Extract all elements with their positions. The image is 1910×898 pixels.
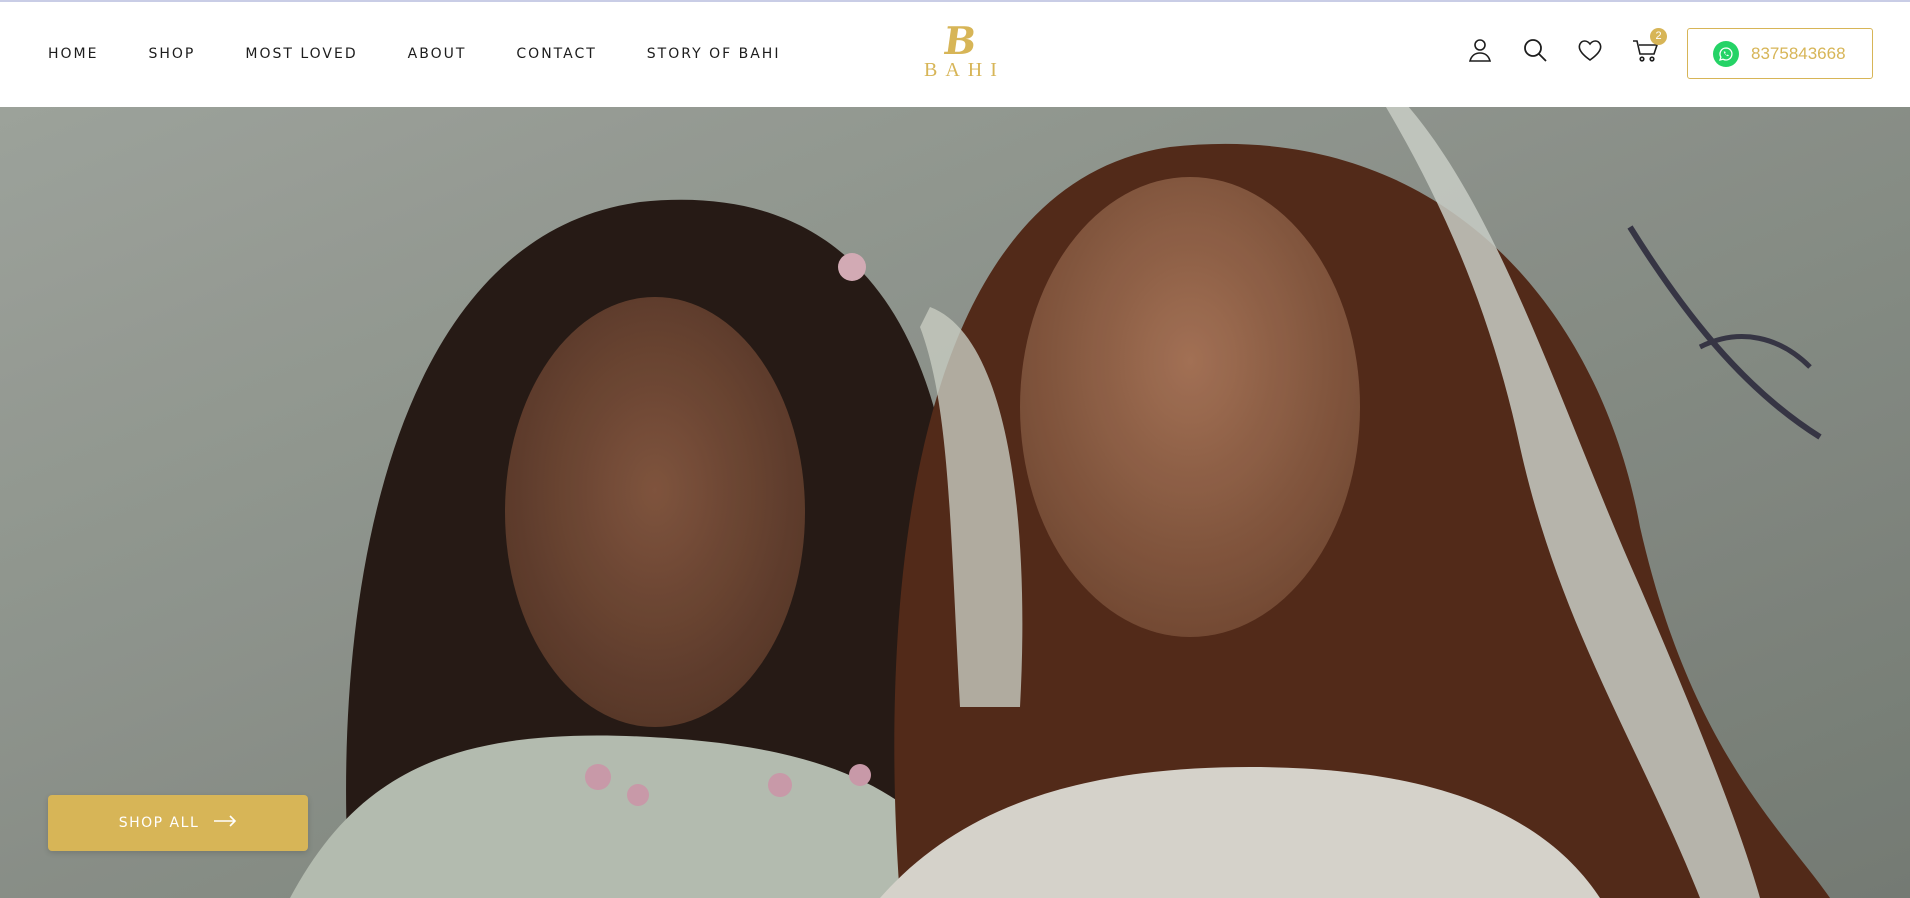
logo-mark: B: [940, 18, 980, 63]
header-icons: 2: [1466, 28, 1686, 66]
arrow-right-icon: [213, 814, 237, 832]
shop-all-button[interactable]: SHOP ALL: [48, 795, 308, 851]
nav-most-loved[interactable]: MOST LOVED: [245, 46, 357, 62]
search-icon[interactable]: [1521, 36, 1551, 66]
nav-shop[interactable]: SHOP: [148, 46, 195, 62]
user-icon[interactable]: [1466, 36, 1496, 66]
cart-icon[interactable]: 2: [1631, 28, 1667, 66]
nav-story-of-bahi[interactable]: STORY OF BAHI: [647, 46, 781, 62]
shop-all-label: SHOP ALL: [118, 815, 200, 831]
site-header: HOME SHOP MOST LOVED ABOUT CONTACT STORY…: [0, 0, 1910, 107]
hero-image: [0, 107, 1910, 898]
main-nav: HOME SHOP MOST LOVED ABOUT CONTACT STORY…: [48, 46, 830, 62]
hero-banner: [0, 107, 1910, 898]
logo-text: BAHI: [924, 59, 1005, 81]
whatsapp-phone: 8375843668: [1751, 43, 1846, 63]
brand-logo[interactable]: B BAHI: [918, 18, 1005, 82]
heart-icon[interactable]: [1576, 36, 1606, 66]
cart-count-badge: 2: [1650, 28, 1667, 45]
whatsapp-contact-button[interactable]: 8375843668: [1687, 28, 1873, 79]
nav-contact[interactable]: CONTACT: [516, 46, 596, 62]
whatsapp-icon: [1713, 40, 1739, 67]
nav-home[interactable]: HOME: [48, 46, 98, 62]
nav-about[interactable]: ABOUT: [408, 46, 467, 62]
